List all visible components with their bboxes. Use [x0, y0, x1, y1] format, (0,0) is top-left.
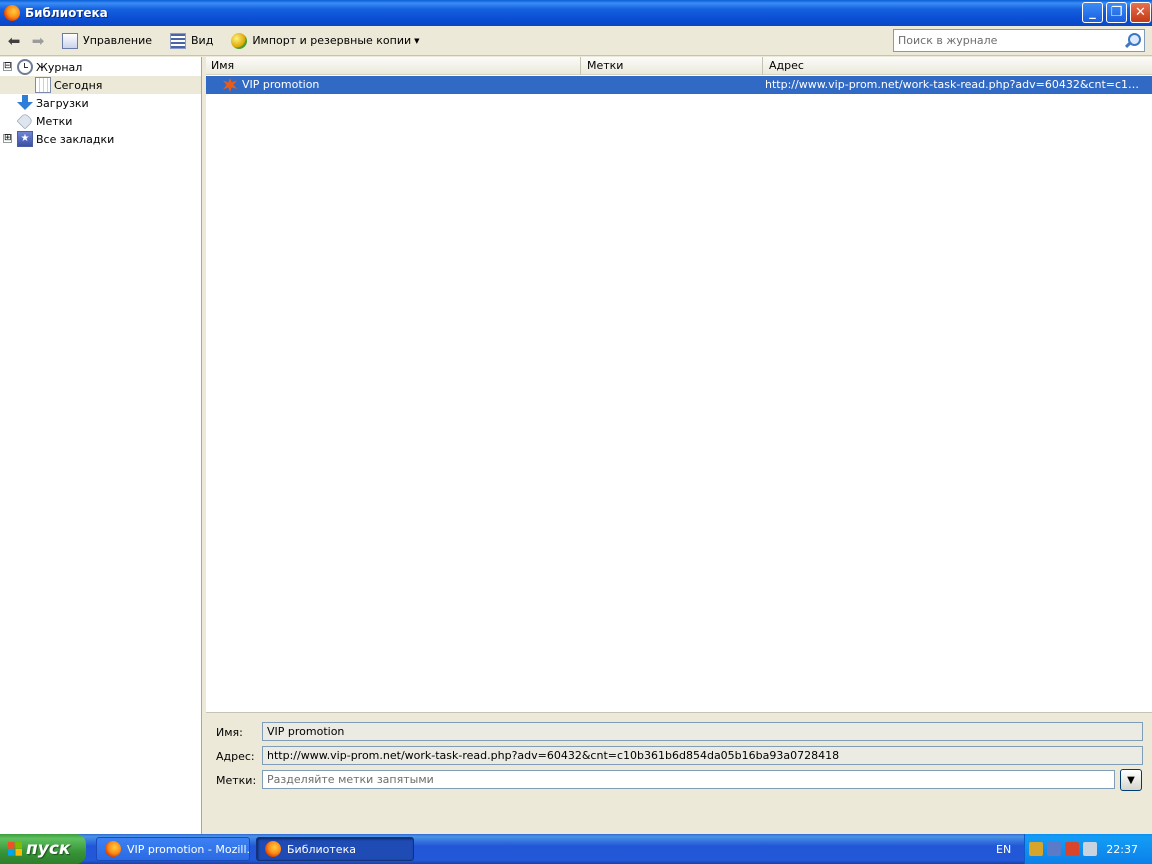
import-star-icon — [231, 32, 248, 49]
tree-item-label: Все закладки — [36, 133, 115, 146]
site-favicon-icon — [222, 77, 238, 93]
window-title: Библиотека — [25, 6, 108, 20]
column-header-tags[interactable]: Метки — [582, 57, 763, 75]
manage-button[interactable]: Управление — [58, 30, 156, 52]
taskbar-item-label: VIP promotion - Mozill... — [127, 842, 250, 856]
column-header-name[interactable]: Имя — [206, 57, 581, 75]
tags-input[interactable] — [262, 770, 1115, 789]
clock[interactable]: 22:37 — [1106, 843, 1138, 856]
view-button[interactable]: Вид — [166, 30, 217, 52]
search-icon[interactable] — [1123, 32, 1141, 50]
column-headers: Имя Метки Адрес — [206, 57, 1152, 75]
manage-label: Управление — [83, 34, 153, 47]
import-backup-button[interactable]: Импорт и резервные копии ▼ — [227, 30, 423, 52]
chevron-down-icon: ▼ — [1127, 774, 1135, 786]
close-icon: ✕ — [1135, 5, 1146, 20]
tree-item-label: Загрузки — [36, 97, 89, 110]
taskbar: пуск VIP promotion - Mozill... Библиотек… — [0, 834, 1152, 864]
firefox-icon — [265, 841, 281, 857]
name-field[interactable]: VIP promotion — [262, 722, 1143, 741]
tag-icon — [16, 112, 34, 130]
minimize-icon: _ — [1089, 5, 1096, 20]
tree-item-history[interactable]: ⊟ Журнал — [0, 58, 201, 76]
taskbar-item-label: Библиотека — [287, 842, 356, 856]
tree-item-downloads[interactable]: Загрузки — [0, 94, 201, 112]
taskbar-item-browser[interactable]: VIP promotion - Mozill... — [96, 837, 250, 861]
bookmarks-star-icon: ★ — [17, 131, 33, 147]
import-label: Импорт и резервные копии — [252, 34, 412, 47]
manage-icon — [62, 32, 78, 49]
tree-item-all-bookmarks[interactable]: ⊞ ★ Все закладки — [0, 130, 201, 148]
window-titlebar[interactable]: Библиотека _ ❐ ✕ — [0, 0, 1152, 26]
dropdown-arrow-icon: ▼ — [414, 36, 420, 45]
back-button[interactable]: ⬅ — [4, 31, 24, 51]
search-input[interactable] — [894, 31, 1123, 50]
language-indicator[interactable]: EN — [996, 843, 1011, 856]
tray-app-icon[interactable] — [1029, 842, 1043, 856]
tags-dropdown-button[interactable]: ▼ — [1120, 769, 1142, 791]
table-row[interactable]: VIP promotion http://www.vip-prom.net/wo… — [206, 76, 1152, 94]
restore-button[interactable]: ❐ — [1106, 2, 1127, 23]
firefox-icon — [105, 841, 121, 857]
expand-icon[interactable]: ⊞ — [3, 134, 12, 143]
view-list-icon — [170, 32, 187, 49]
tags-label: Метки: — [216, 774, 257, 787]
volume-muted-icon[interactable] — [1083, 842, 1097, 856]
tree-item-today[interactable]: Сегодня — [0, 76, 201, 94]
firefox-icon — [4, 5, 20, 21]
network-icon[interactable] — [1047, 842, 1061, 856]
library-toolbar: ⬅ ➡ Управление Вид Импорт и резервные ко… — [0, 26, 1152, 56]
tree-item-label: Журнал — [36, 61, 83, 74]
details-pane: Имя: VIP promotion Адрес: http://www.vip… — [206, 712, 1152, 834]
address-field[interactable]: http://www.vip-prom.net/work-task-read.p… — [262, 746, 1143, 765]
system-tray: 22:37 — [1024, 834, 1152, 864]
address-label: Адрес: — [216, 750, 255, 763]
start-button[interactable]: пуск — [0, 834, 86, 864]
view-label: Вид — [191, 34, 214, 47]
back-arrow-icon: ⬅ — [7, 31, 21, 50]
name-label: Имя: — [216, 726, 243, 739]
search-box[interactable] — [893, 29, 1145, 52]
tree-item-label: Сегодня — [54, 79, 103, 92]
minimize-button[interactable]: _ — [1082, 2, 1103, 23]
forward-arrow-icon: ➡ — [31, 31, 45, 50]
history-list: Имя Метки Адрес VIP promotion http://www… — [206, 57, 1152, 712]
start-label: пуск — [26, 839, 71, 859]
restore-icon: ❐ — [1110, 5, 1123, 20]
calendar-icon — [35, 77, 51, 93]
tree-item-label: Метки — [36, 115, 73, 128]
forward-button[interactable]: ➡ — [28, 31, 48, 51]
history-clock-icon — [17, 59, 33, 75]
taskbar-item-library[interactable]: Библиотека — [256, 837, 414, 861]
tree-item-tags[interactable]: Метки — [0, 112, 201, 130]
close-button[interactable]: ✕ — [1130, 2, 1151, 23]
places-tree: ⊟ Журнал Сегодня Загрузки Метки ⊞ ★ Все … — [0, 57, 202, 834]
row-name: VIP promotion — [242, 78, 320, 91]
collapse-icon[interactable]: ⊟ — [3, 62, 12, 71]
column-header-address[interactable]: Адрес — [764, 57, 1150, 75]
row-address: http://www.vip-prom.net/work-task-read.p… — [765, 78, 1145, 91]
security-alert-icon[interactable] — [1065, 842, 1079, 856]
windows-flag-icon — [8, 842, 22, 856]
